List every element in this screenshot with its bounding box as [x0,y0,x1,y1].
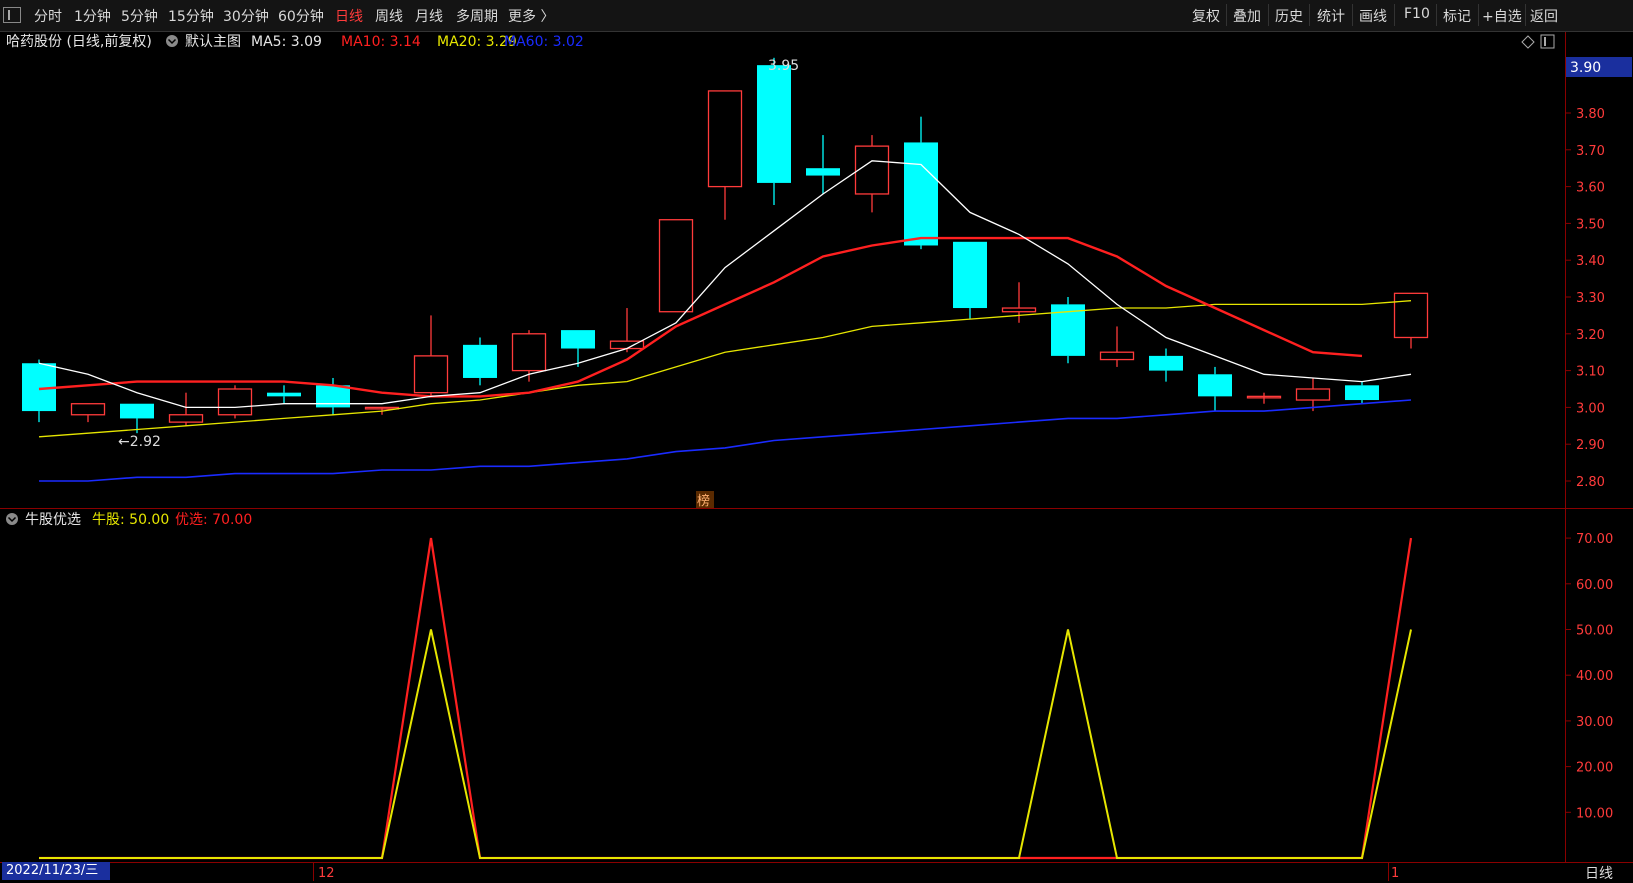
candle [658,219,694,313]
price-tick-label: 3.00 [1576,401,1605,416]
you-label: 优选: 70.00 [175,512,252,528]
candle [904,116,938,250]
template-label: 默认主图 [185,34,241,50]
you-line [39,537,1413,860]
price-tick-label: 3.80 [1576,107,1605,122]
candle [1099,326,1135,367]
candle [413,315,449,397]
bang-badge-text: 榜 [697,493,710,509]
indicator-tick-label: 70.00 [1576,532,1613,547]
price-tick-label: 3.40 [1576,254,1605,269]
candle [1246,392,1282,404]
candle [1149,348,1183,382]
candle [953,241,987,320]
x-label-month-1: 1 [1391,866,1399,881]
candle [1345,381,1379,404]
price-tick-label: 3.20 [1576,328,1605,343]
indicator-tick-label: 10.00 [1576,806,1613,821]
candle [267,385,301,404]
current-price-text: 3.90 [1570,60,1601,76]
candle [854,135,890,213]
indicator-toggle-icon[interactable] [6,513,18,525]
x-label-month-12: 12 [318,866,335,881]
ma10-label: MA10: 3.14 [341,34,421,50]
candle [217,385,253,419]
candle [707,90,743,220]
ma10-line [38,236,1363,398]
indicator-axis: 70.00 60.00 50.00 40.00 30.00 20.00 10.00 [1565,532,1613,821]
candle [1051,297,1085,364]
indicator-tick-label: 30.00 [1576,715,1613,730]
cursor-date: 2022/11/23/三 [2,862,110,880]
indicator-lines [39,537,1413,860]
panel-toggle-icon[interactable] [1540,34,1555,49]
candle [22,359,56,423]
candle [1198,366,1232,412]
niu-line [39,629,1412,859]
indicator-tick-label: 40.00 [1576,669,1613,684]
price-tick-label: 3.10 [1576,365,1605,380]
diamond-icon[interactable] [1521,35,1535,49]
candle [757,57,791,205]
price-tick-label: 3.50 [1576,217,1605,232]
price-tick-label: 3.60 [1576,181,1605,196]
candles [22,57,1429,434]
candle [609,308,645,353]
candle [561,330,595,367]
candle [168,392,204,426]
indicator-tick-label: 20.00 [1576,761,1613,776]
ma5-label: MA5: 3.09 [251,34,322,50]
candle [806,135,840,194]
candle [463,337,497,386]
ma60-line [39,399,1412,482]
indicator-name: 牛股优选 [25,512,81,528]
period-label: 日线 [1585,866,1613,882]
price-tick-label: 2.90 [1576,438,1605,453]
niu-label: 牛股: 50.00 [92,512,169,528]
high-marker: 3.95 [768,58,799,74]
candle [70,403,106,423]
price-tick-label: 3.70 [1576,144,1605,159]
stock-chart[interactable]: 哈药股份 (日线,前复权) 默认主图 MA5: 3.09 MA10: 3.14 … [0,0,1633,881]
price-tick-label: 3.30 [1576,291,1605,306]
ma20-line [38,300,1412,438]
ma60-label: MA60: 3.02 [504,34,584,50]
template-toggle-icon[interactable] [166,35,178,47]
price-tick-label: 2.80 [1576,475,1605,490]
low-marker: ←2.92 [118,434,161,450]
price-axis: 3.80 3.70 3.60 3.50 3.40 3.30 3.20 3.10 3.00 2.90… [1565,107,1605,490]
indicator-tick-label: 50.00 [1576,624,1613,639]
stock-title: 哈药股份 (日线,前复权) [6,33,152,50]
indicator-tick-label: 60.00 [1576,578,1613,593]
